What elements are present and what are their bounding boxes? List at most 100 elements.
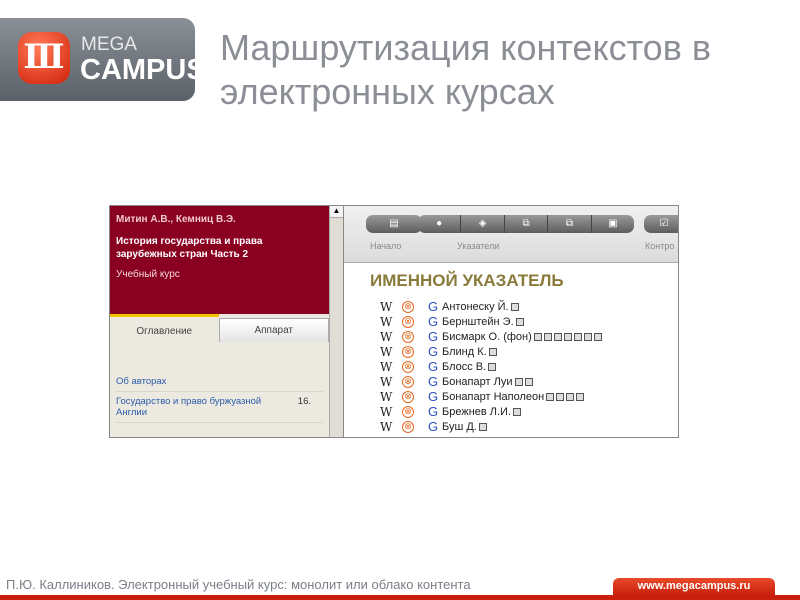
slide-title: Маршрутизация контекстов в электронных к…	[220, 27, 711, 112]
footer-text: П.Ю. Каллиников. Электронный учебный кур…	[6, 577, 471, 592]
megacampus-logo: Ⅲ MEGA CAMPUS	[0, 18, 206, 101]
indexes-label: Указатели	[457, 241, 500, 251]
entry-name[interactable]: Бонапарт Луи	[442, 376, 513, 388]
search-icon[interactable]: ⊗	[402, 375, 414, 388]
entry-name[interactable]: Брежнев Л.И.	[442, 406, 511, 418]
windows-icon[interactable]: ⧉	[548, 215, 592, 233]
page-link-icon[interactable]	[556, 392, 565, 401]
search-icon[interactable]: ⊗	[402, 420, 414, 433]
page-link-icon[interactable]	[514, 377, 523, 386]
google-icon[interactable]: G	[428, 314, 442, 329]
wikipedia-icon[interactable]: W	[380, 315, 402, 329]
google-icon[interactable]: G	[428, 344, 442, 359]
home-button[interactable]: ▤	[366, 215, 422, 233]
logo-campus: CAMPUS	[80, 54, 206, 86]
toc-page: 16.	[297, 396, 311, 407]
target-icon[interactable]: ◈	[461, 215, 505, 233]
course-screenshot: Митин А.В., Кемниц В.Э. История государс…	[109, 205, 679, 438]
page-link-icon[interactable]	[553, 332, 562, 341]
entry-name[interactable]: Бернштейн Э.	[442, 316, 514, 328]
page-link-icon[interactable]	[510, 302, 519, 311]
google-icon[interactable]: G	[428, 389, 442, 404]
course-title: История государства и права зарубежных с…	[116, 236, 263, 260]
toc-item[interactable]: Об авторах	[116, 372, 323, 392]
page-link-icon[interactable]	[478, 422, 487, 431]
wikipedia-icon[interactable]: W	[380, 405, 402, 419]
page-link-icon[interactable]	[543, 332, 552, 341]
course-header: Митин А.В., Кемниц В.Э. История государс…	[110, 206, 329, 314]
control-label: Контро	[645, 241, 675, 251]
scrollbar[interactable]: ▲	[329, 206, 343, 437]
name-index: ИМЕННОЙ УКАЗАТЕЛЬ W ⊗ G Антонеску Й. W ⊗ G Берн…	[344, 263, 678, 434]
page-link-icon[interactable]	[488, 362, 497, 371]
tab-apparatus[interactable]: Аппарат	[218, 318, 329, 342]
search-icon[interactable]: ⊗	[402, 300, 414, 313]
search-icon[interactable]: ⊗	[402, 405, 414, 418]
index-entry: W ⊗ G Блинд К.	[380, 344, 678, 359]
index-entry: W ⊗ G Антонеску Й.	[380, 299, 678, 314]
page-link-icon[interactable]	[566, 392, 575, 401]
entry-name[interactable]: Бонапарт Наполеон	[442, 391, 544, 403]
index-entry: W ⊗ G Бонапарт Луи	[380, 374, 678, 389]
index-entry: W ⊗ G Буш Д.	[380, 419, 678, 434]
page-link-icon[interactable]	[593, 332, 602, 341]
toc-item[interactable]: Государство и право буржуазной Англии 16.	[116, 392, 323, 423]
index-heading: ИМЕННОЙ УКАЗАТЕЛЬ	[370, 271, 564, 290]
search-icon[interactable]: ⊗	[402, 390, 414, 403]
content-pane: ▤ ● ◈ ⧉ ⧉ ▣ ☑ Начало Указатели Контро ИМЕННО…	[343, 206, 678, 437]
entry-name[interactable]: Блосс В.	[442, 361, 486, 373]
entry-name[interactable]: Блинд К.	[442, 346, 487, 358]
search-icon[interactable]: ⊗	[402, 315, 414, 328]
wikipedia-icon[interactable]: W	[380, 300, 402, 314]
wikipedia-icon[interactable]: W	[380, 345, 402, 359]
checkbox-icon: ☑	[659, 218, 669, 229]
google-icon[interactable]: G	[428, 404, 442, 419]
search-icon[interactable]: ⊗	[402, 360, 414, 373]
wikipedia-icon[interactable]: W	[380, 420, 402, 434]
page-icon: ▤	[389, 218, 399, 229]
search-icon[interactable]: ⊗	[402, 345, 414, 358]
google-icon[interactable]: G	[428, 329, 442, 344]
tab-contents[interactable]: Оглавление	[110, 314, 219, 342]
indexes-button-group[interactable]: ● ◈ ⧉ ⧉ ▣	[418, 215, 634, 233]
wikipedia-icon[interactable]: W	[380, 360, 402, 374]
index-entry: W ⊗ G Блосс В.	[380, 359, 678, 374]
page-link-icon[interactable]	[513, 407, 522, 416]
index-entry: W ⊗ G Бисмарк О. (фон)	[380, 329, 678, 344]
page-link-icon[interactable]	[583, 332, 592, 341]
index-entry: W ⊗ G Бернштейн Э.	[380, 314, 678, 329]
google-icon[interactable]: G	[428, 374, 442, 389]
entry-name[interactable]: Бисмарк О. (фон)	[442, 331, 532, 343]
scroll-up-icon[interactable]: ▲	[330, 206, 343, 218]
windows-icon[interactable]: ⧉	[505, 215, 549, 233]
page-link-icon[interactable]	[533, 332, 542, 341]
google-icon[interactable]: G	[428, 419, 442, 434]
index-entry: W ⊗ G Брежнев Л.И.	[380, 404, 678, 419]
column-logo-icon: Ⅲ	[18, 32, 70, 84]
wikipedia-icon[interactable]: W	[380, 330, 402, 344]
page-link-icon[interactable]	[488, 347, 497, 356]
entry-name[interactable]: Буш Д.	[442, 421, 477, 433]
home-label: Начало	[370, 241, 402, 251]
page-link-icon[interactable]	[576, 392, 585, 401]
wikipedia-icon[interactable]: W	[380, 390, 402, 404]
page-link-icon[interactable]	[563, 332, 572, 341]
course-authors: Митин А.В., Кемниц В.Э.	[116, 214, 236, 225]
page-link-icon[interactable]	[573, 332, 582, 341]
footer-url[interactable]: www.megacampus.ru	[613, 578, 775, 595]
page-link-icon[interactable]	[546, 392, 555, 401]
wikipedia-icon[interactable]: W	[380, 375, 402, 389]
entry-name[interactable]: Антонеску Й.	[442, 301, 509, 313]
head-icon[interactable]: ●	[418, 215, 462, 233]
course-kind: Учебный курс	[116, 269, 180, 280]
index-entry: W ⊗ G Бонапарт Наполеон	[380, 389, 678, 404]
toc-label: Государство и право буржуазной Англии	[116, 396, 262, 418]
footer-line	[0, 595, 800, 600]
control-button[interactable]: ☑	[644, 215, 678, 233]
google-icon[interactable]: G	[428, 359, 442, 374]
person-icon[interactable]: ▣	[592, 215, 634, 233]
google-icon[interactable]: G	[428, 299, 442, 314]
page-link-icon[interactable]	[515, 317, 524, 326]
page-link-icon[interactable]	[524, 377, 533, 386]
search-icon[interactable]: ⊗	[402, 330, 414, 343]
